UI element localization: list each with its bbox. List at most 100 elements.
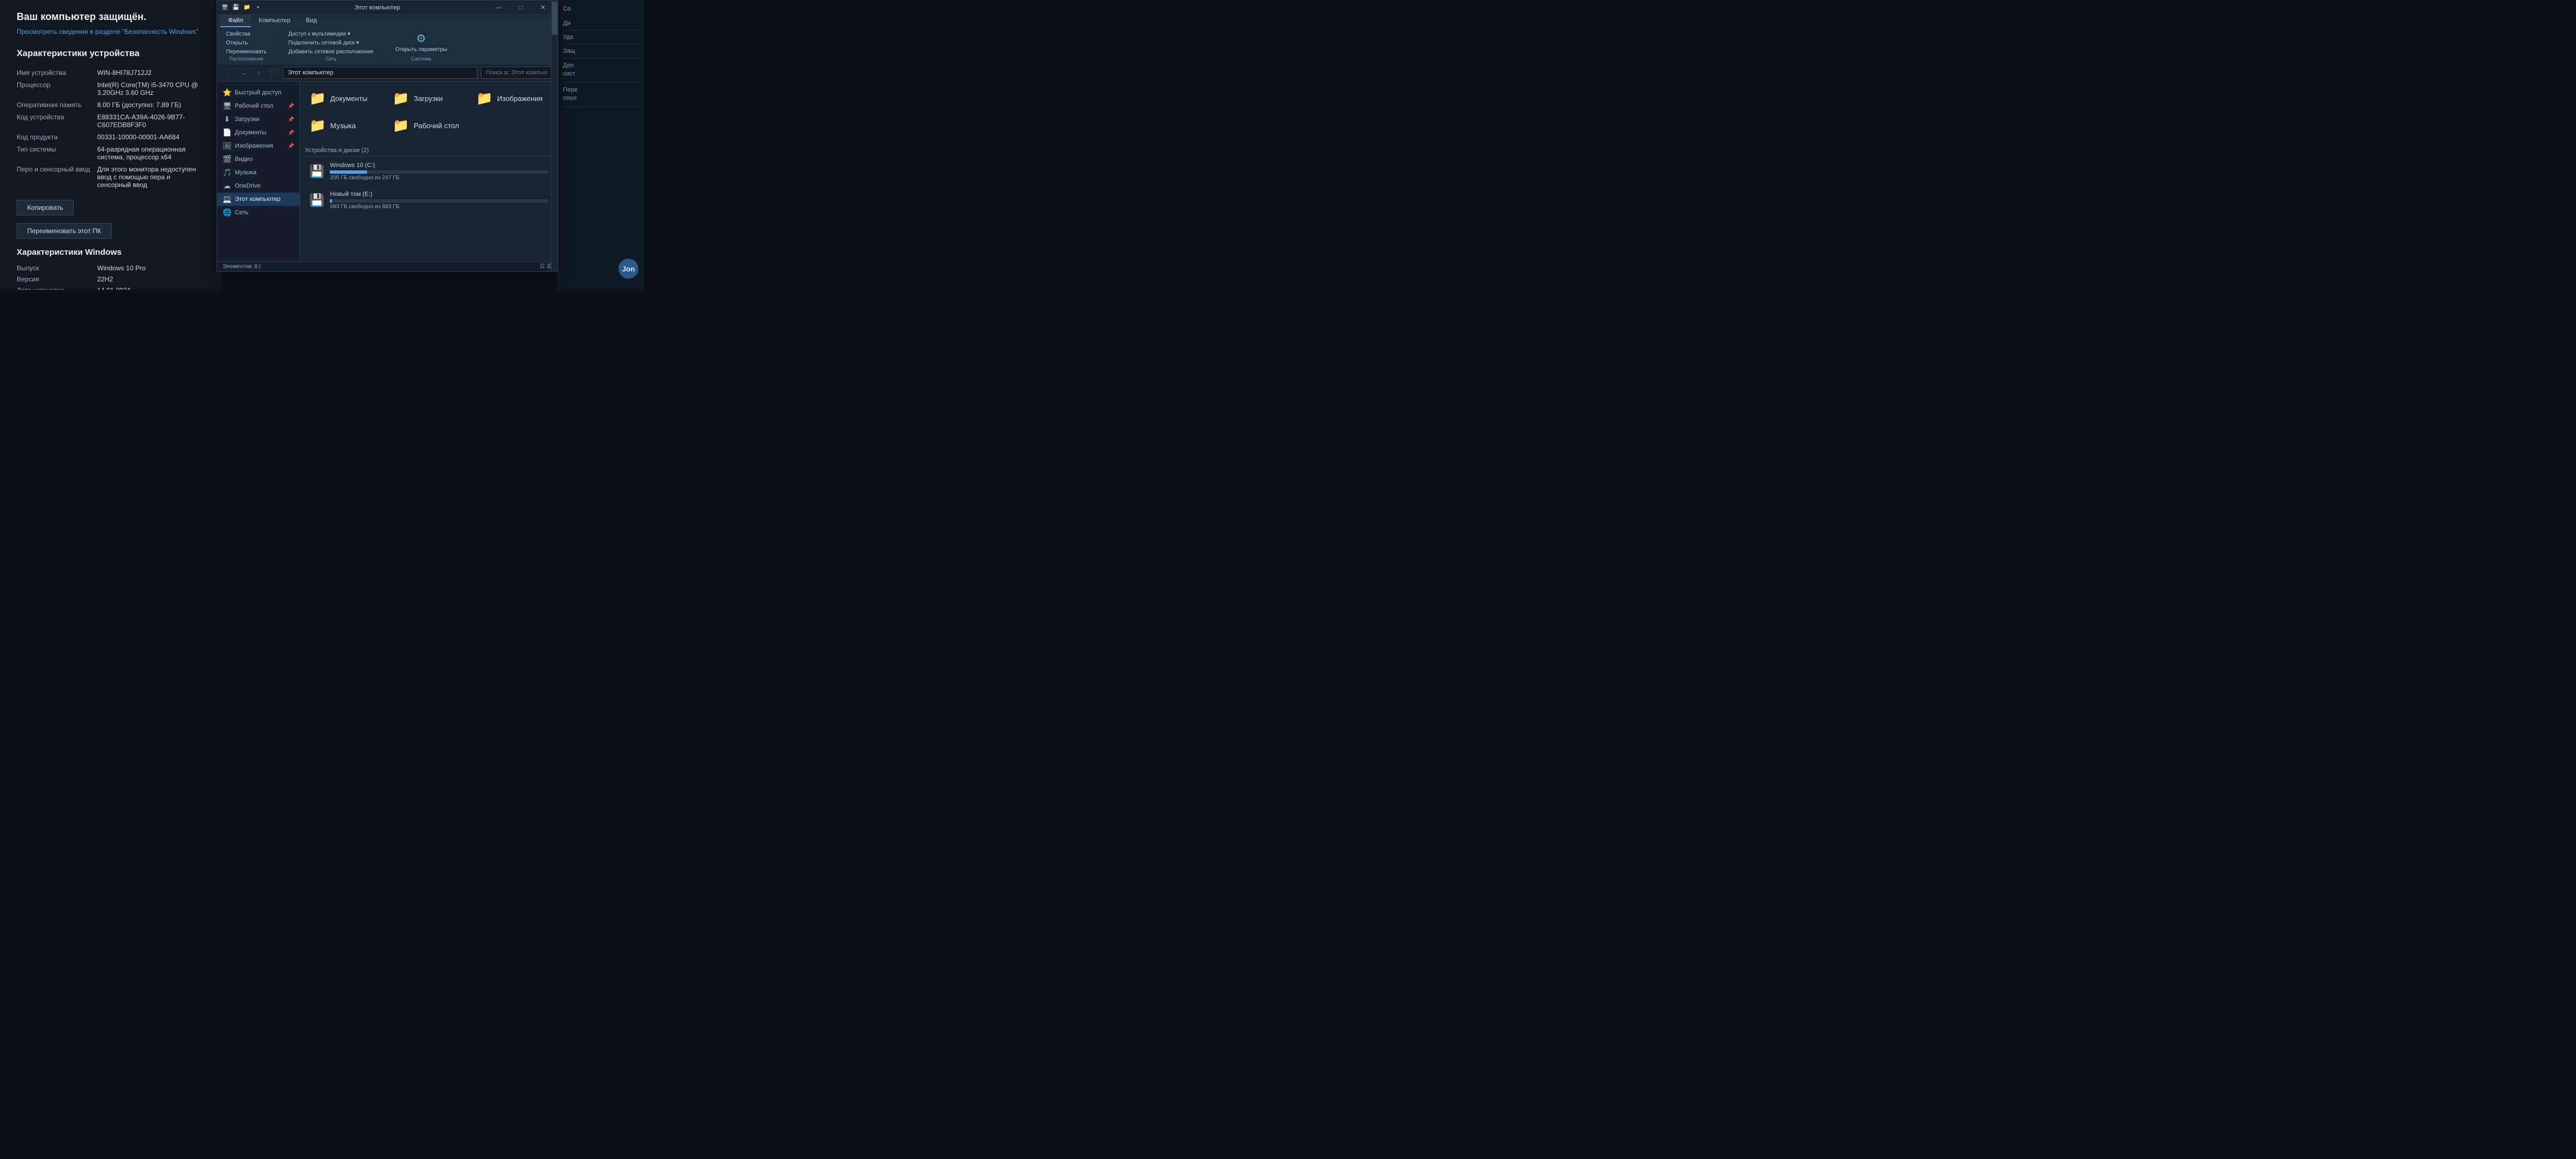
nav-onedrive-label: OneDrive [235, 183, 260, 189]
folder-music-label: Музыка [330, 122, 356, 130]
tab-file[interactable]: Файл [220, 15, 251, 27]
nav-images-label: Изображения [235, 143, 273, 149]
media-button[interactable]: Доступ к мультимедиа ▾ [284, 30, 378, 38]
tab-computer[interactable]: Компьютер [251, 15, 298, 27]
rename-pc-button[interactable]: Переименовать этот ПК [17, 223, 112, 239]
rename-button[interactable]: Переименовать [222, 48, 271, 56]
nav-video[interactable]: 🎬 Видео [217, 153, 300, 166]
device-specs-table: Имя устройства WIN-8HI78J712J2 Процессор… [17, 67, 205, 191]
address-bar: ← → ↑ 🗂 [217, 64, 557, 82]
device-section-title: Характеристики устройства [17, 49, 205, 59]
network-place-button[interactable]: Добавить сетевое расположение [284, 48, 378, 56]
back-button[interactable]: ← [222, 67, 234, 79]
nav-video-label: Видео [235, 156, 253, 163]
up-button[interactable]: ↑ [253, 67, 265, 79]
copy-button[interactable]: Копировать [17, 200, 74, 215]
location-buttons: Свойства Открыть Переименовать [222, 30, 271, 56]
network-drive-btn-label: Подключить сетевой диск [288, 40, 355, 46]
edition-value: Windows 10 Pro [97, 263, 205, 274]
nav-this-pc[interactable]: 💻 Этот компьютер [217, 193, 300, 206]
list-view-icon[interactable]: ☷ [540, 264, 545, 270]
drive-e-info: Новый том (E:) 683 ГБ свободно из 683 ГБ [330, 191, 549, 210]
open-params-button[interactable]: ⚙ Открыть параметры [391, 29, 452, 55]
desktop-pin-icon: 📌 [288, 103, 294, 109]
location-group-label: Расположение [229, 56, 263, 62]
explorer-main: 📁 Документы 📁 Загрузки 📁 Изображения 📁 М… [300, 82, 557, 261]
documents-icon: 📄 [223, 128, 232, 137]
search-input[interactable] [481, 67, 553, 79]
folder-images-label: Изображения [497, 94, 543, 103]
drive-c-name: Windows 10 (C:) [330, 162, 549, 169]
video-icon: 🎬 [223, 155, 232, 164]
device-code-label: Код устройства [17, 111, 97, 131]
edition-label: Выпуск [17, 263, 97, 274]
security-title: Ваш компьютер защищён. [17, 11, 205, 23]
device-name-label: Имя устройства [17, 67, 97, 79]
nav-documents[interactable]: 📄 Документы 📌 [217, 126, 300, 139]
folder-images[interactable]: 📁 Изображения [472, 86, 553, 111]
drive-e-bar-fill [330, 199, 332, 203]
folder-documents-icon: 📁 [309, 90, 326, 107]
tab-view[interactable]: Вид [298, 15, 325, 27]
nav-music[interactable]: 🎵 Музыка [217, 166, 300, 179]
folder-desktop[interactable]: 📁 Рабочий стол [388, 113, 469, 138]
open-button[interactable]: Открыть [222, 39, 271, 47]
documents-pin-icon: 📌 [288, 130, 294, 136]
right-edge-item-1: Ди [563, 17, 640, 31]
explorer-icon: 🖥 [220, 3, 229, 12]
explorer-body: ⭐ Быстрый доступ 🖥 Рабочий стол 📌 ⬇ Загр… [217, 82, 557, 261]
explorer-scrollbar[interactable] [551, 82, 557, 261]
ribbon-tabs: Файл Компьютер Вид [217, 15, 557, 27]
nav-desktop[interactable]: 🖥 Рабочий стол 📌 [217, 99, 300, 113]
window-title: Этот компьютер [267, 4, 487, 11]
nav-documents-label: Документы [235, 129, 266, 136]
security-link[interactable]: Просмотреть сведения в разделе "Безопасн… [17, 27, 198, 37]
address-input[interactable] [283, 67, 477, 79]
forward-button[interactable]: → [237, 67, 249, 79]
nav-quick-access[interactable]: ⭐ Быстрый доступ [217, 86, 300, 99]
network-drive-button[interactable]: Подключить сетевой диск ▾ [284, 39, 378, 47]
folder-documents[interactable]: 📁 Документы [305, 86, 386, 111]
nav-downloads-label: Загрузки [235, 116, 259, 123]
product-code-label: Код продукта [17, 131, 97, 143]
drive-c[interactable]: 💾 Windows 10 (C:) 205 ГБ свободно из 247… [305, 159, 553, 184]
ram-label: Оперативная память [17, 99, 97, 111]
open-params-label: Открыть параметры [395, 47, 447, 53]
folder-desktop-icon: 📁 [393, 118, 409, 134]
device-name-value: WIN-8HI78J712J2 [97, 67, 205, 79]
folder-music[interactable]: 📁 Музыка [305, 113, 386, 138]
folder-downloads-icon: 📁 [393, 90, 409, 107]
folder-documents-label: Документы [330, 94, 368, 103]
drives-list: 💾 Windows 10 (C:) 205 ГБ свободно из 247… [305, 159, 553, 213]
network-group-label: Сеть [325, 56, 336, 62]
install-date-label: Дата установки [17, 285, 97, 290]
user-avatar[interactable]: Jon [618, 259, 638, 279]
drive-e-name: Новый том (E:) [330, 191, 549, 198]
minimize-button[interactable]: — [487, 1, 510, 15]
images-pin-icon: 📌 [288, 143, 294, 149]
drive-c-free: 205 ГБ свободно из 247 ГБ [330, 175, 549, 181]
nav-network[interactable]: 🌐 Сеть [217, 206, 300, 219]
right-edge-title: Со [563, 6, 640, 12]
drive-e[interactable]: 💾 Новый том (E:) 683 ГБ свободно из 683 … [305, 188, 553, 213]
right-edge-item-3: Защ [563, 44, 640, 58]
properties-button[interactable]: Свойства [222, 30, 271, 38]
onedrive-icon: ☁ [223, 182, 232, 190]
windows-section-title: Характеристики Windows [17, 248, 205, 257]
nav-onedrive[interactable]: ☁ OneDrive [217, 179, 300, 193]
dropdown-arrow-icon: ▾ [254, 3, 263, 12]
version-value: 22H2 [97, 274, 205, 285]
folder-downloads[interactable]: 📁 Загрузки [388, 86, 469, 111]
nav-downloads[interactable]: ⬇ Загрузки 📌 [217, 113, 300, 126]
desktop-icon: 🖥 [223, 102, 232, 110]
drive-e-icon: 💾 [309, 193, 324, 208]
nav-network-label: Сеть [235, 209, 248, 216]
downloads-icon: ⬇ [223, 115, 232, 124]
drive-e-free: 683 ГБ свободно из 683 ГБ [330, 204, 549, 210]
right-edge-item-4: Допсист [563, 58, 640, 83]
nav-images[interactable]: 🖼 Изображения 📌 [217, 139, 300, 153]
images-icon: 🖼 [223, 142, 232, 150]
right-edge-item-5: Переопол [563, 83, 640, 107]
install-date-value: 14.01.2024 [97, 285, 205, 290]
maximize-button[interactable]: □ [510, 1, 532, 15]
